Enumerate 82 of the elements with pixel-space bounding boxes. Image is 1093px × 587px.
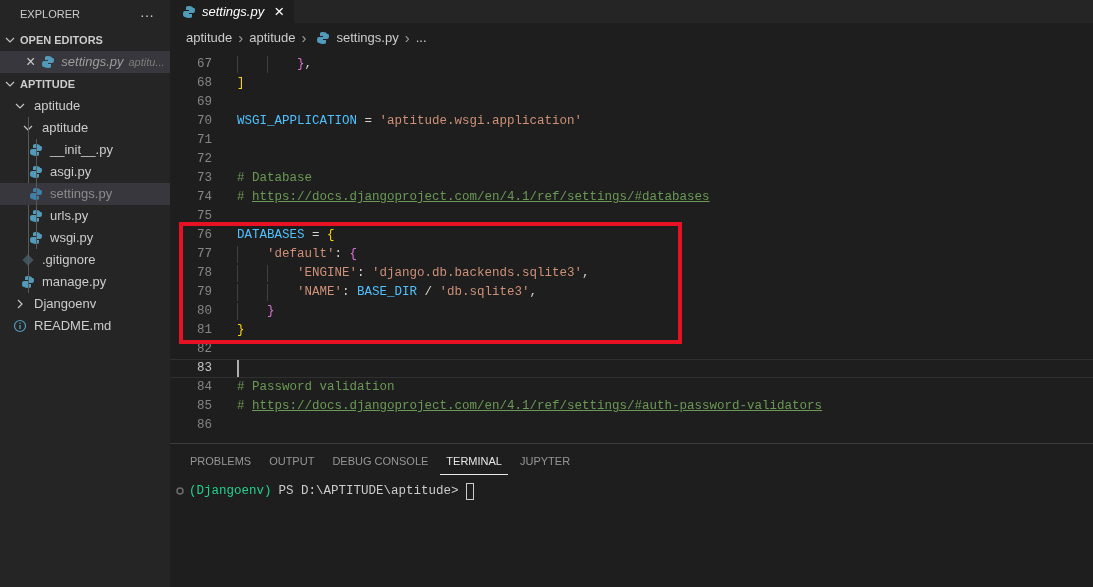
line-number: 72 xyxy=(196,151,212,169)
terminal-env: (Djangoenv) xyxy=(189,483,272,500)
code-text: DATABASES = { xyxy=(237,227,335,245)
line-number: 67 xyxy=(196,56,212,74)
breadcrumb-separator: › xyxy=(300,27,308,48)
tree-item[interactable]: Djangoenv xyxy=(0,293,170,315)
line-number: 73 xyxy=(196,170,212,188)
close-button[interactable]: × xyxy=(26,54,36,70)
code-text: # https://docs.djangoproject.com/en/4.1/ref/settings/#databases xyxy=(237,189,710,207)
code-text: # Database xyxy=(237,170,312,188)
line-number: 75 xyxy=(196,208,212,226)
breadcrumb[interactable]: ... xyxy=(415,28,427,48)
panel-tab[interactable]: JUPYTER xyxy=(513,449,577,475)
code-text: } xyxy=(266,303,275,321)
python-file-icon xyxy=(29,143,43,157)
panel-tab[interactable]: PROBLEMS xyxy=(184,449,258,475)
line-number: 84 xyxy=(196,379,212,397)
file-name: settings.py xyxy=(61,53,124,72)
code-text: 'NAME': BASE_DIR / 'db.sqlite3', xyxy=(296,284,538,302)
line-number: 79 xyxy=(196,284,212,302)
text-cursor xyxy=(237,360,239,377)
python-file-icon xyxy=(315,31,330,45)
tree-item[interactable]: .gitignore xyxy=(0,249,170,271)
panel-tab[interactable]: DEBUG CONSOLE xyxy=(326,449,435,475)
line-number: 71 xyxy=(196,132,212,150)
breadcrumb[interactable]: aptitude xyxy=(249,28,296,48)
python-file-icon xyxy=(21,275,35,289)
python-file-icon xyxy=(29,231,43,245)
python-file-icon xyxy=(41,55,56,69)
code-text: 'default': { xyxy=(266,246,358,264)
section-header[interactable]: OPEN EDITORS xyxy=(0,29,170,51)
sidebar-title: EXPLORER xyxy=(20,7,80,23)
info-icon xyxy=(13,319,27,333)
panel-tab[interactable]: OUTPUT xyxy=(263,449,321,475)
breadcrumb[interactable]: settings.py xyxy=(336,28,399,48)
tree-item[interactable]: __init__.py xyxy=(0,139,170,161)
line-number: 86 xyxy=(196,417,212,435)
more-actions-button[interactable]: ··· xyxy=(140,7,154,22)
python-file-icon xyxy=(182,4,196,19)
editor-tab[interactable]: settings.py × xyxy=(170,0,295,23)
code-text: WSGI_APPLICATION = 'aptitude.wsgi.application' xyxy=(237,113,583,131)
line-number: 70 xyxy=(196,113,212,131)
python-file-icon xyxy=(29,187,43,201)
link[interactable]: https://docs.djangoproject.com/en/4.1/ref/settings/#auth-password-validators xyxy=(252,399,823,414)
python-file-icon xyxy=(29,209,43,223)
breadcrumb-separator: › xyxy=(403,27,411,48)
line-number: 74 xyxy=(196,189,212,207)
line-number: 83 xyxy=(196,360,212,378)
tree-item[interactable]: aptitude xyxy=(0,95,170,117)
open-editor-item[interactable]: × settings.py aptitu... xyxy=(0,51,170,73)
breadcrumb-separator: › xyxy=(237,27,245,48)
close-button[interactable]: × xyxy=(274,3,285,20)
code-text: # Password validation xyxy=(237,379,395,397)
code-text: # https://docs.djangoproject.com/en/4.1/ref/settings/#auth-password-validators xyxy=(237,398,823,416)
code-text: } xyxy=(237,322,245,340)
code-text: 'ENGINE': 'django.db.backends.sqlite3', xyxy=(296,265,590,283)
code-text: }, xyxy=(296,56,313,74)
tree-item[interactable]: manage.py xyxy=(0,271,170,293)
tree-item[interactable]: asgi.py xyxy=(0,161,170,183)
link[interactable]: https://docs.djangoproject.com/en/4.1/ref/settings/#databases xyxy=(252,190,710,205)
code-text: ] xyxy=(237,75,245,93)
tree-item[interactable]: README.md xyxy=(0,315,170,337)
line-number: 76 xyxy=(196,227,212,245)
tree-item[interactable]: settings.py xyxy=(0,183,170,205)
line-number: 69 xyxy=(196,94,212,112)
python-file-icon xyxy=(29,165,43,179)
terminal-cursor xyxy=(465,482,474,500)
line-number: 80 xyxy=(196,303,212,321)
line-number: 85 xyxy=(196,398,212,416)
tree-item[interactable]: aptitude xyxy=(0,117,170,139)
breadcrumb[interactable]: aptitude xyxy=(186,28,233,48)
tree-item[interactable]: wsgi.py xyxy=(0,227,170,249)
line-number: 77 xyxy=(196,246,212,264)
file-path: aptitu... xyxy=(128,55,165,71)
line-number: 78 xyxy=(196,265,212,283)
panel-tab[interactable]: TERMINAL xyxy=(440,449,508,475)
line-number: 81 xyxy=(196,322,212,340)
status-circle-icon xyxy=(176,487,184,496)
terminal-prompt: PS D:\APTITUDE\aptitude> xyxy=(278,483,459,500)
tree-item[interactable]: urls.py xyxy=(0,205,170,227)
section-header[interactable]: APTITUDE xyxy=(0,73,170,95)
line-number: 68 xyxy=(196,75,212,93)
